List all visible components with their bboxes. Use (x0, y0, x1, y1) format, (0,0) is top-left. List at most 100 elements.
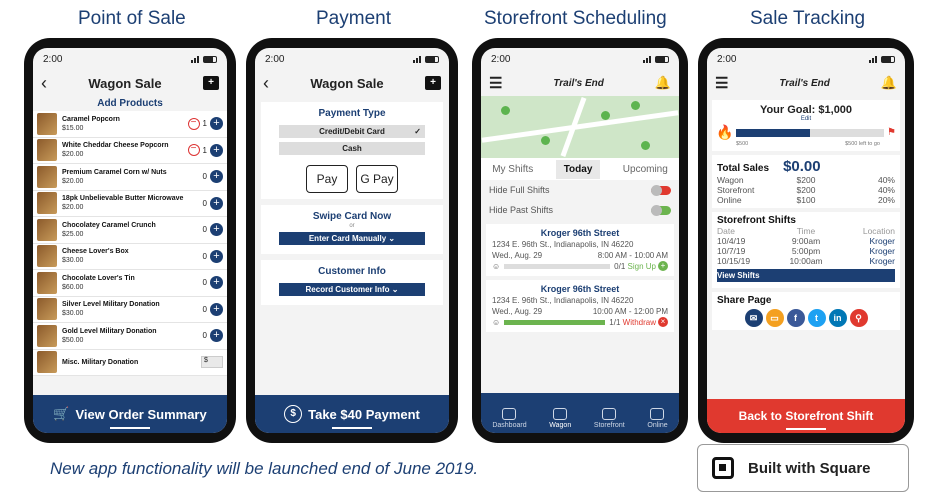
product-row: Misc. Military Donation $ (33, 349, 227, 376)
tab-today[interactable]: Today (555, 159, 601, 179)
scout-icon: ☺ (492, 262, 501, 271)
facebook-icon[interactable]: f (786, 309, 805, 327)
phone-sale-tracking: 2:00 ☰ Trail's End 🔔 Your Goal: $1,000 Edi… (698, 38, 914, 443)
hide-full-label: Hide Full Shifts (489, 185, 550, 195)
view-order-summary-button[interactable]: 🛒 View Order Summary (33, 395, 227, 433)
product-list: Caramel Popcorn $15.00−1 + White Cheddar Ch… (33, 111, 227, 376)
remove-icon[interactable]: × (658, 317, 668, 327)
increase-icon[interactable]: + (210, 249, 223, 263)
sales-row: Online $100 20% (717, 195, 895, 205)
increase-icon[interactable]: + (210, 170, 223, 184)
shift-card[interactable]: Kroger 96th Street 1234 E. 96th St., Ind… (486, 224, 674, 276)
goal-left-amount: $500 (845, 141, 858, 147)
increase-icon[interactable]: + (210, 223, 223, 237)
product-name: Premium Caramel Corn w/ Nuts (62, 168, 167, 176)
bell-icon[interactable]: 🔔 (881, 75, 897, 91)
shift-card[interactable]: Kroger 96th Street 1234 E. 96th St., Ind… (486, 280, 674, 332)
product-price: $20.00 (62, 204, 84, 212)
product-image (37, 245, 57, 268)
google-pay-button[interactable]: G Pay (356, 165, 398, 193)
product-price: $20.00 (62, 177, 84, 185)
shift-action[interactable]: Sign Up (628, 261, 656, 272)
nav-wagon[interactable]: Wagon (549, 408, 571, 429)
enter-card-manually-button[interactable]: Enter Card Manually ⌄ (279, 232, 425, 245)
trails-end-logo: Trail's End (779, 77, 830, 89)
col-date: Date (717, 226, 735, 236)
hide-past-label: Hide Past Shifts (489, 205, 554, 215)
built-with-square-badge: Built with Square (697, 444, 909, 492)
edit-link[interactable]: Edit (716, 116, 896, 122)
shift-location: Kroger 96th Street (540, 228, 620, 238)
twitter-icon[interactable]: t (807, 309, 826, 327)
goal-left-label: left to go (858, 141, 880, 147)
bag-icon[interactable]: + (425, 76, 441, 90)
map[interactable] (481, 96, 679, 158)
quantity: 0 (202, 331, 207, 341)
title-storefront-scheduling: Storefront Scheduling (484, 8, 667, 29)
product-price: $50.00 (62, 336, 84, 344)
total-sales-card: Total Sales $0.00 Wagon $200 40% Storefront $… (712, 155, 900, 208)
nav-dashboard[interactable]: Dashboard (492, 408, 527, 429)
shift-date: Wed., Aug. 29 (492, 307, 543, 316)
sales-row: Wagon $200 40% (717, 175, 895, 185)
increase-icon[interactable]: + (210, 276, 223, 290)
product-row: White Cheddar Cheese Popcorn $20.00 −1 + (33, 137, 227, 164)
add-icon[interactable]: + (658, 261, 668, 271)
linkedin-icon[interactable]: in (828, 309, 847, 327)
hide-past-toggle[interactable] (651, 204, 671, 216)
shift-row: 10/4/19 9:00am Kroger (717, 236, 895, 246)
tab-upcoming[interactable]: Upcoming (623, 164, 668, 175)
decrease-icon[interactable]: − (187, 117, 200, 130)
cash-option[interactable]: Cash (279, 142, 425, 155)
product-image (37, 298, 57, 321)
take-payment-button[interactable]: $ Take $40 Payment (255, 395, 449, 433)
product-image (37, 324, 57, 347)
increase-icon[interactable]: + (210, 302, 223, 316)
product-price: $30.00 (62, 257, 84, 265)
menu-icon[interactable]: ☰ (715, 74, 728, 92)
hide-full-toggle[interactable] (651, 184, 671, 196)
view-shifts-button[interactable]: View Shifts (717, 269, 895, 282)
nav-storefront[interactable]: Storefront (594, 408, 625, 429)
email-icon[interactable]: ✉ (744, 309, 763, 327)
tab-my-shifts[interactable]: My Shifts (492, 164, 533, 175)
nav-online[interactable]: Online (647, 408, 668, 429)
quantity: 0 (202, 251, 207, 261)
product-image (37, 165, 57, 188)
goal-text: Your Goal: $1,000 (759, 104, 853, 116)
shift-row: 10/7/19 5:00pm Kroger (717, 246, 895, 256)
shift-tabs: My Shifts Today Upcoming (481, 158, 679, 180)
status-bar: 2:00 (255, 48, 449, 70)
increase-icon[interactable]: + (210, 143, 223, 157)
back-to-storefront-shift-button[interactable]: Back to Storefront Shift (707, 399, 905, 433)
sms-icon[interactable]: ▭ (765, 309, 784, 327)
quantity: 0 (202, 304, 207, 314)
increase-icon[interactable]: + (210, 329, 223, 343)
decrease-icon[interactable]: − (187, 144, 200, 157)
share-page-title: Share Page (717, 295, 772, 306)
section-title: Add Products (97, 98, 163, 109)
amount-input[interactable]: $ (201, 356, 223, 369)
product-name: Cheese Lover's Box (62, 248, 129, 256)
quantity: 1 (202, 145, 207, 155)
product-name: Chocolatey Caramel Crunch (62, 221, 156, 229)
link-icon[interactable]: ⚲ (849, 309, 868, 327)
bell-icon[interactable]: 🔔 (655, 75, 671, 91)
quantity: 0 (202, 198, 207, 208)
status-bar: 2:00 (707, 48, 905, 70)
record-customer-info-button[interactable]: Record Customer Info ⌄ (279, 283, 425, 296)
product-row: Caramel Popcorn $15.00 −1 + (33, 111, 227, 138)
increase-icon[interactable]: + (210, 196, 223, 210)
apple-pay-button[interactable]: Pay (306, 165, 348, 193)
credit-debit-option[interactable]: Credit/Debit Card ✓ (279, 125, 425, 138)
google-g-icon: G (360, 172, 373, 186)
product-price: $60.00 (62, 283, 84, 291)
shift-count: 1/1 (609, 318, 621, 327)
product-name: Silver Level Military Donation (62, 301, 160, 309)
shift-date: Wed., Aug. 29 (492, 251, 543, 260)
bag-icon[interactable]: + (203, 76, 219, 90)
increase-icon[interactable]: + (210, 117, 223, 131)
menu-icon[interactable]: ☰ (489, 74, 502, 92)
shift-action[interactable]: Withdraw (623, 317, 656, 328)
page-title: Wagon Sale (310, 75, 384, 91)
